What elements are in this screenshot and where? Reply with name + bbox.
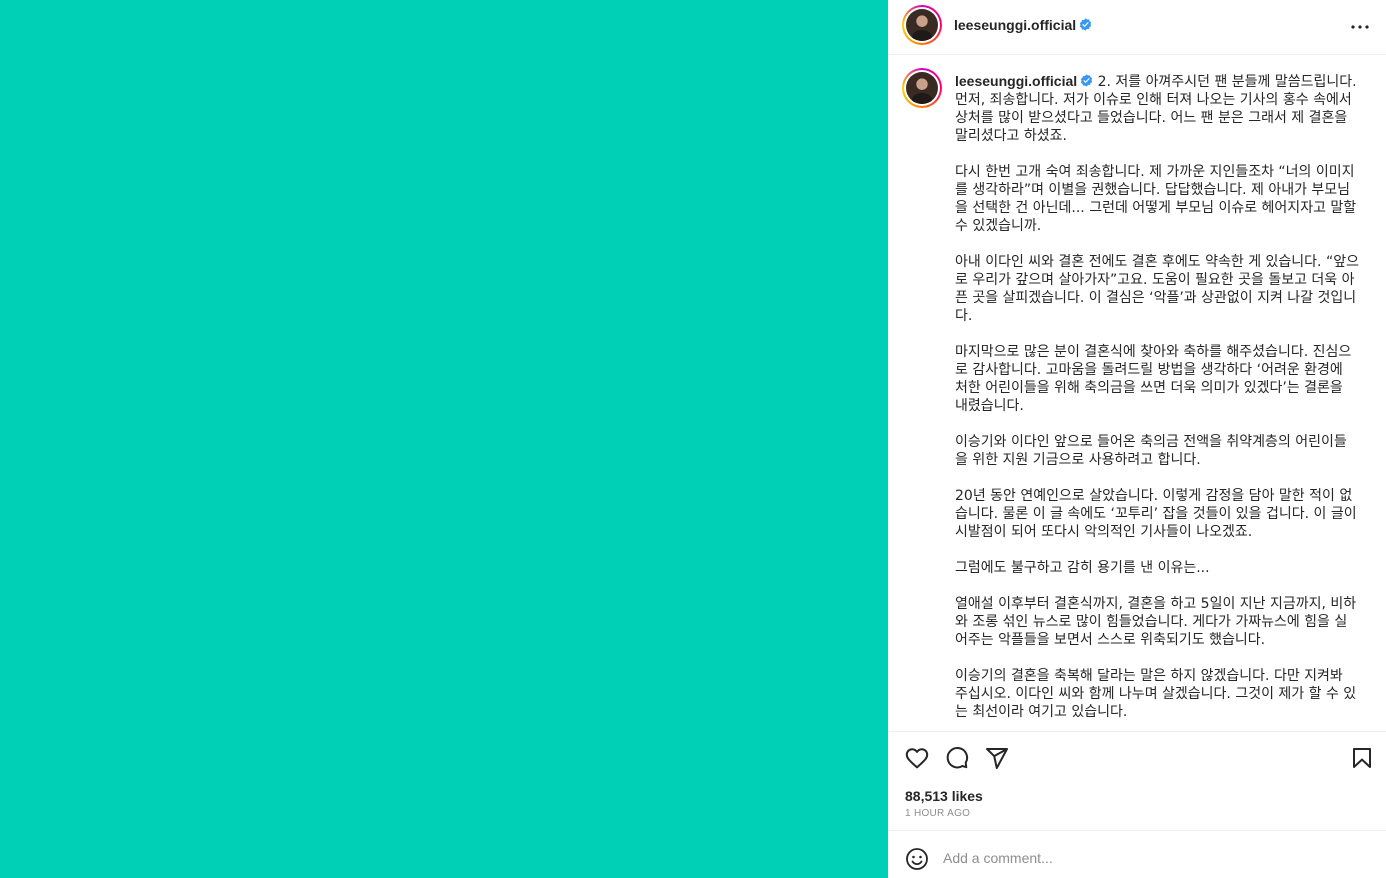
- comment-bubble-icon[interactable]: [945, 746, 969, 770]
- caption-paragraph: 그럼에도 불구하고 감히 용기를 낸 이유는...: [955, 560, 1210, 576]
- bookmark-icon[interactable]: [1350, 746, 1374, 770]
- verified-badge-icon: [1079, 18, 1092, 31]
- action-bar: [888, 731, 1386, 783]
- caption-paragraph: 다시 한번 고개 숙여 죄송합니다. 제 가까운 지인들조차 “너의 이미지를 …: [955, 164, 1357, 234]
- caption-paragraph: 열애설 이후부터 결혼식까지, 결혼을 하고 5일이 지난 지금까지, 비하와 …: [955, 596, 1357, 648]
- emoji-smile-icon[interactable]: [905, 847, 929, 871]
- avatar-image: [906, 9, 938, 41]
- caption-paragraph: leeseunggi.official 2. 저를 아껴주시던 팬 분들께 말씀…: [955, 72, 1359, 145]
- post-side-panel: leeseunggi.official leeseunggi.official …: [888, 0, 1386, 878]
- caption-paragraph: 아내 이다인 씨와 결혼 전에도 결혼 후에도 약속한 게 있습니다. “앞으로…: [955, 254, 1359, 324]
- caption-paragraph: 마지막으로 많은 분이 결혼식에 찾아와 축하를 해주셨습니다. 진심으로 감사…: [955, 344, 1352, 414]
- verified-badge-icon: [1080, 74, 1093, 87]
- caption-paragraph: 이승기와 이다인 앞으로 들어온 축의금 전액을 취약계층의 어린이들을 위한 …: [955, 434, 1347, 468]
- caption-paragraph: 이승기의 결혼을 축복해 달라는 말은 하지 않겠습니다. 다만 지켜봐 주십시…: [955, 668, 1357, 720]
- post-header: leeseunggi.official: [888, 0, 1386, 55]
- caption-avatar[interactable]: [902, 68, 942, 108]
- profile-avatar[interactable]: [902, 5, 942, 45]
- post-media: [0, 0, 888, 878]
- header-username[interactable]: leeseunggi.official: [954, 17, 1092, 33]
- avatar-image: [906, 72, 938, 104]
- heart-icon[interactable]: [905, 746, 929, 770]
- caption-area: leeseunggi.official 2. 저를 아껴주시던 팬 분들께 말씀…: [888, 56, 1386, 731]
- paper-plane-icon[interactable]: [985, 746, 1009, 770]
- caption-paragraph: 20년 동안 연예인으로 살았습니다. 이렇게 감정을 담아 말한 적이 없습니…: [955, 488, 1357, 540]
- likes-count[interactable]: 88,513 likes: [905, 788, 983, 804]
- header-username-text[interactable]: leeseunggi.official: [954, 17, 1076, 33]
- comment-bar: [888, 830, 1386, 878]
- post-timestamp[interactable]: 1 HOUR AGO: [905, 808, 970, 819]
- more-options-icon[interactable]: [1348, 15, 1372, 39]
- post-caption: leeseunggi.official 2. 저를 아껴주시던 팬 분들께 말씀…: [955, 72, 1359, 731]
- caption-username[interactable]: leeseunggi.official: [955, 73, 1077, 89]
- comment-input[interactable]: [943, 845, 1303, 871]
